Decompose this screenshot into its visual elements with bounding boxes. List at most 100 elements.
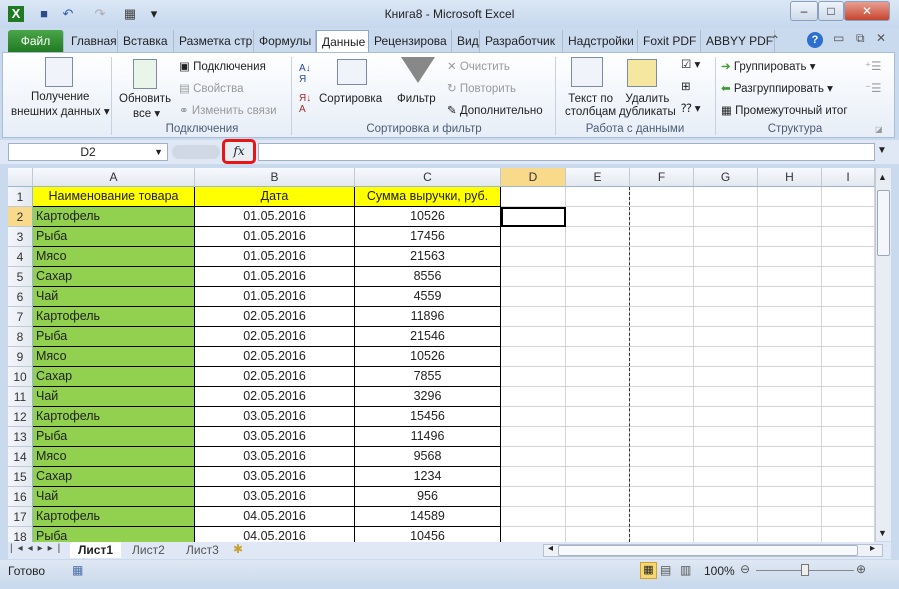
cell[interactable] xyxy=(822,407,875,427)
cell[interactable] xyxy=(566,447,630,467)
tab-0[interactable]: Файл xyxy=(8,30,64,52)
cell[interactable] xyxy=(501,467,566,487)
zoom-slider-thumb[interactable] xyxy=(801,564,809,576)
row-header[interactable]: 3 xyxy=(8,227,33,247)
normal-view-icon[interactable]: ▦ xyxy=(640,562,657,579)
column-header-I[interactable]: I xyxy=(822,168,875,187)
cell[interactable] xyxy=(758,287,822,307)
cell[interactable] xyxy=(694,247,758,267)
outline-dialog-launcher-icon[interactable]: ◪ xyxy=(875,125,883,134)
cell[interactable]: Мясо xyxy=(33,247,195,267)
cell[interactable] xyxy=(501,427,566,447)
cell[interactable] xyxy=(630,507,694,527)
cell[interactable]: Картофель xyxy=(33,307,195,327)
cell[interactable] xyxy=(630,367,694,387)
cell[interactable]: 11496 xyxy=(355,427,501,447)
cell[interactable] xyxy=(566,207,630,227)
cell[interactable] xyxy=(758,407,822,427)
edit-links-button[interactable]: ⚭ Изменить связи xyxy=(179,103,277,117)
row-header[interactable]: 7 xyxy=(8,307,33,327)
cell[interactable] xyxy=(822,387,875,407)
sheet-tab-3[interactable]: Лист3 xyxy=(178,542,227,558)
vertical-scrollbar[interactable]: ▲ ▼ xyxy=(875,168,891,541)
cell[interactable] xyxy=(630,487,694,507)
cell[interactable] xyxy=(822,227,875,247)
tab-8[interactable]: Разработчик xyxy=(480,30,563,52)
cell[interactable]: 04.05.2016 xyxy=(195,507,355,527)
cell[interactable] xyxy=(694,207,758,227)
row-header[interactable]: 16 xyxy=(8,487,33,507)
row-header[interactable]: 13 xyxy=(8,427,33,447)
selected-cell-D2[interactable] xyxy=(501,207,566,227)
cell[interactable] xyxy=(566,307,630,327)
cell[interactable] xyxy=(694,387,758,407)
sheet-tab-2[interactable]: Лист2 xyxy=(124,542,173,558)
scroll-down-icon[interactable]: ▼ xyxy=(878,528,887,538)
cell[interactable]: 1234 xyxy=(355,467,501,487)
get-external-label-2[interactable]: внешних данных ▾ xyxy=(11,104,110,118)
cell[interactable]: Картофель xyxy=(33,207,195,227)
column-header-A[interactable]: A xyxy=(33,168,195,187)
column-header-B[interactable]: B xyxy=(195,168,355,187)
cell[interactable]: 14589 xyxy=(355,507,501,527)
row-header[interactable]: 4 xyxy=(8,247,33,267)
column-header-G[interactable]: G xyxy=(694,168,758,187)
consolidate-icon[interactable]: ⊞ xyxy=(681,79,691,93)
cell[interactable]: 02.05.2016 xyxy=(195,367,355,387)
cell[interactable] xyxy=(501,347,566,367)
cell[interactable] xyxy=(630,347,694,367)
cell[interactable] xyxy=(758,187,822,207)
cell[interactable]: 10526 xyxy=(355,207,501,227)
close-button[interactable]: ✕ xyxy=(844,1,890,21)
cell[interactable] xyxy=(630,267,694,287)
cell[interactable] xyxy=(566,367,630,387)
tab-4[interactable]: Формулы xyxy=(254,30,316,52)
insert-function-button[interactable]: fx xyxy=(222,139,256,164)
cell[interactable] xyxy=(566,347,630,367)
clear-button[interactable]: ✕ Очистить xyxy=(447,59,510,73)
cell[interactable] xyxy=(630,287,694,307)
cell[interactable]: 01.05.2016 xyxy=(195,207,355,227)
cell[interactable] xyxy=(630,447,694,467)
hide-detail-icon[interactable]: ⁻☰ xyxy=(865,81,881,95)
cell[interactable]: 01.05.2016 xyxy=(195,227,355,247)
select-all-corner[interactable] xyxy=(8,168,33,187)
cell[interactable]: 03.05.2016 xyxy=(195,427,355,447)
cell[interactable] xyxy=(694,267,758,287)
page-layout-view-icon[interactable]: ▤ xyxy=(660,563,671,577)
cell[interactable] xyxy=(822,287,875,307)
cell[interactable]: 02.05.2016 xyxy=(195,387,355,407)
cell[interactable]: Картофель xyxy=(33,407,195,427)
column-header-D[interactable]: D xyxy=(501,168,566,187)
row-header[interactable]: 5 xyxy=(8,267,33,287)
cell[interactable]: 17456 xyxy=(355,227,501,247)
cell[interactable]: Чай xyxy=(33,387,195,407)
ungroup-button[interactable]: ⬅ Разгруппировать ▾ xyxy=(721,81,833,95)
cell[interactable]: Рыба xyxy=(33,327,195,347)
cell[interactable] xyxy=(822,487,875,507)
scroll-left-icon[interactable]: ◂ xyxy=(548,543,553,554)
cell[interactable] xyxy=(501,487,566,507)
cell[interactable] xyxy=(566,427,630,447)
tab-2[interactable]: Вставка xyxy=(118,30,174,52)
cell[interactable] xyxy=(822,447,875,467)
cell[interactable] xyxy=(501,247,566,267)
cell[interactable] xyxy=(694,507,758,527)
cell[interactable]: 03.05.2016 xyxy=(195,447,355,467)
cell[interactable] xyxy=(694,487,758,507)
cell[interactable] xyxy=(758,387,822,407)
cell[interactable]: 02.05.2016 xyxy=(195,327,355,347)
horizontal-scroll-thumb[interactable] xyxy=(558,545,858,556)
cell[interactable] xyxy=(566,507,630,527)
cell[interactable]: 15456 xyxy=(355,407,501,427)
subtotal-button[interactable]: ▦ Промежуточный итог xyxy=(721,103,848,117)
cell[interactable] xyxy=(694,187,758,207)
tab-6[interactable]: Рецензирова xyxy=(369,30,452,52)
cell[interactable] xyxy=(822,467,875,487)
cell[interactable]: Сахар xyxy=(33,267,195,287)
cell[interactable] xyxy=(758,247,822,267)
tab-10[interactable]: Foxit PDF xyxy=(638,30,701,52)
cell[interactable] xyxy=(758,467,822,487)
cell[interactable] xyxy=(630,427,694,447)
cell[interactable] xyxy=(822,307,875,327)
